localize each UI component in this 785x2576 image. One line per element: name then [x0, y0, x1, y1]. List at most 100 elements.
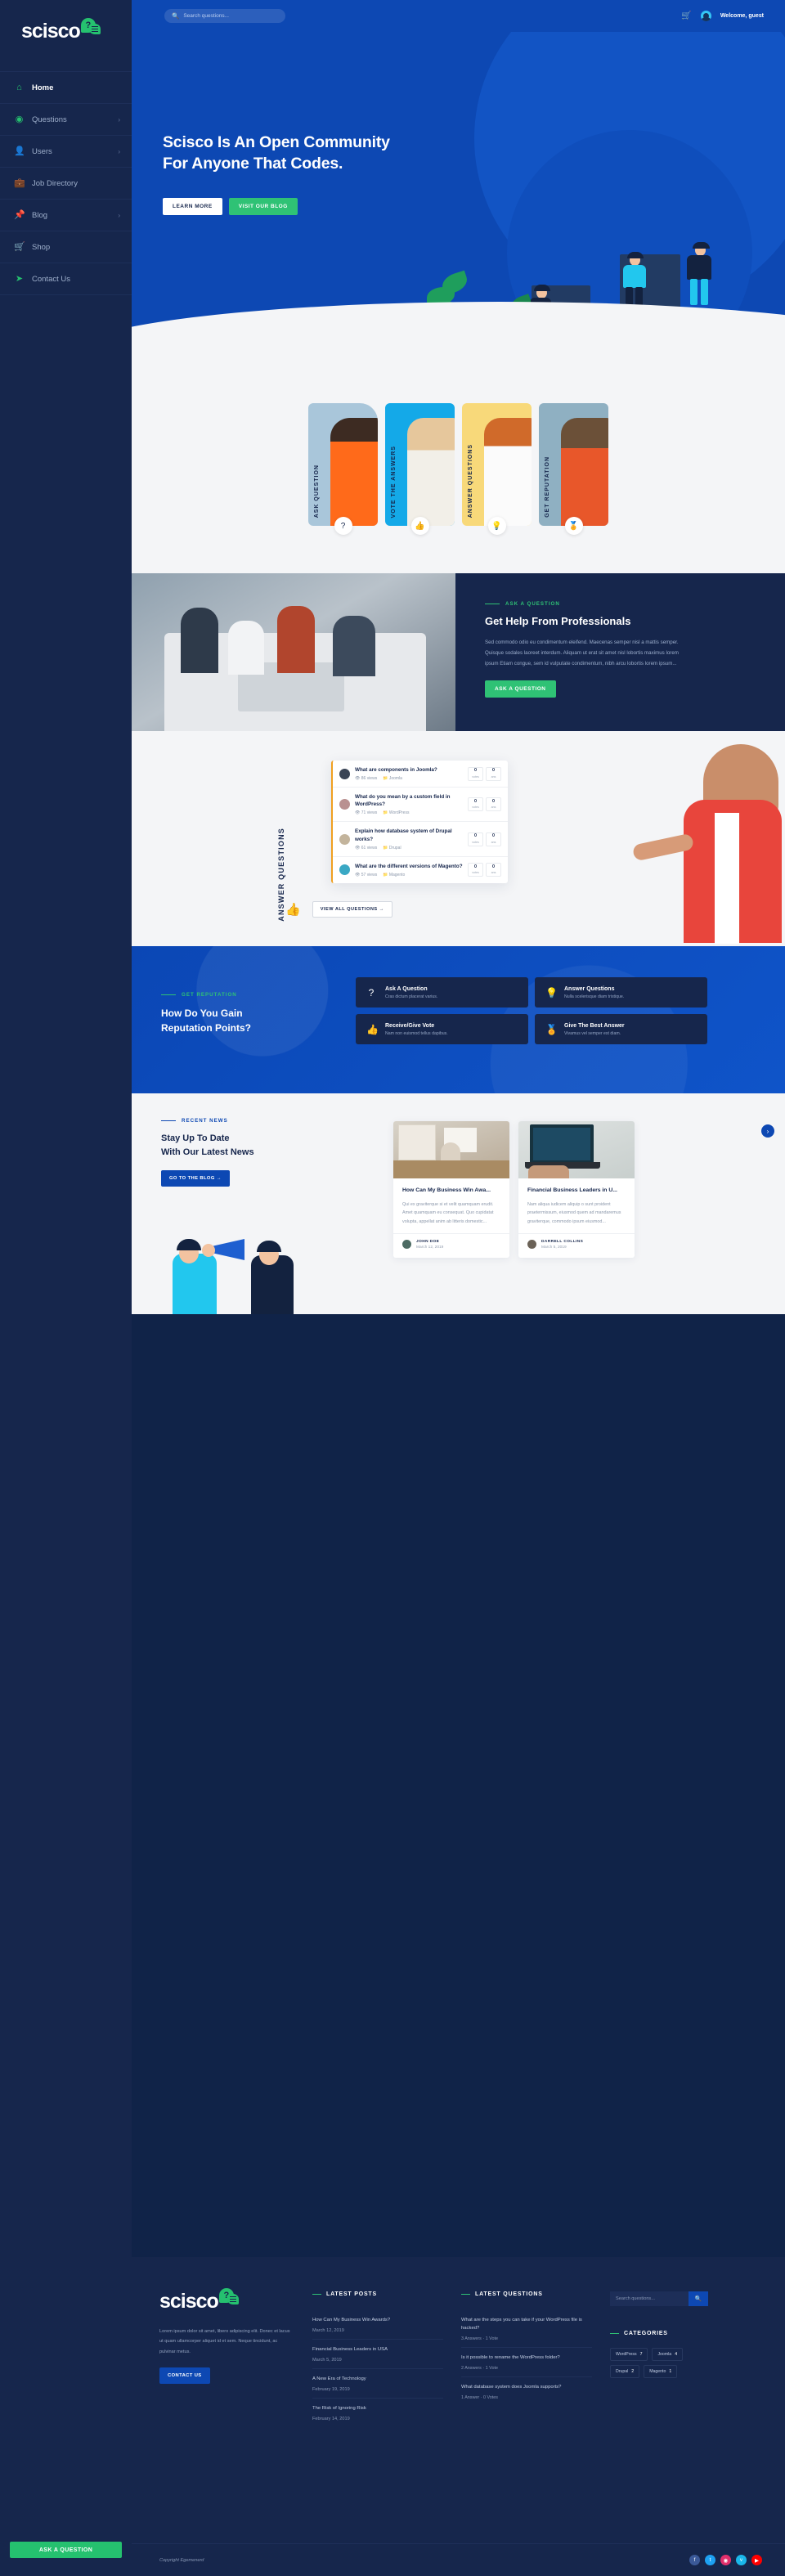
avatar	[339, 799, 350, 810]
news-card-author: DARRELL COLLINS	[541, 1239, 584, 1244]
category-count: 7	[639, 2352, 643, 2357]
instagram-icon[interactable]: ◉	[720, 2555, 731, 2565]
footer-search-input[interactable]	[610, 2291, 689, 2306]
category-name: Joomla	[657, 2352, 672, 2357]
sidebar-item-shop[interactable]: 🛒 Shop	[0, 231, 132, 263]
question-title[interactable]: What do you mean by a custom field in Wo…	[355, 793, 463, 808]
news-card-title[interactable]: How Can My Business Win Awa...	[402, 1187, 500, 1195]
footer-column-title: CATEGORIES	[610, 2331, 716, 2336]
question-title[interactable]: What are the different versions of Magen…	[355, 863, 463, 870]
category-card-label: ANSWER QUESTIONS	[468, 443, 473, 518]
visit-blog-button[interactable]: VISIT OUR BLOG	[228, 197, 298, 215]
youtube-icon[interactable]: ▶	[751, 2555, 762, 2565]
footer-question-item[interactable]: What are the steps you can take if your …	[461, 2310, 592, 2349]
sidebar-logo[interactable]: scisco ?	[0, 0, 132, 42]
question-title[interactable]: Explain how database system of Drupal wo…	[355, 828, 463, 842]
footer-search-button[interactable]: 🔍	[689, 2291, 708, 2306]
hero-title: Scisco Is An Open Community For Anyone T…	[163, 132, 785, 175]
twitter-icon[interactable]: t	[705, 2555, 715, 2565]
sidebar-item-questions[interactable]: ◉ Questions ›	[0, 104, 132, 135]
footer-post-title[interactable]: How Can My Business Win Awards?	[312, 2316, 443, 2324]
footer-logo[interactable]: scisco ?	[159, 2288, 294, 2313]
go-to-blog-button[interactable]: GO TO THE BLOG →	[161, 1170, 230, 1187]
news-card[interactable]: How Can My Business Win Awa... Qui ex gr…	[393, 1121, 509, 1258]
search-box[interactable]: 🔍	[164, 9, 285, 23]
question-row[interactable]: What are the different versions of Magen…	[333, 857, 508, 883]
contact-us-button[interactable]: CONTACT US	[159, 2367, 210, 2384]
footer-post-item[interactable]: How Can My Business Win Awards? March 12…	[312, 2310, 443, 2340]
category-card-answer-questions[interactable]: ANSWER QUESTIONS 💡	[462, 403, 532, 535]
welcome-label: Welcome, guest	[720, 13, 764, 19]
reputation-card-give-best-answer[interactable]: 🏅 Give The Best Answer Vivamus vel sempe…	[535, 1014, 707, 1044]
question-stats: 0 votes 0 ans	[468, 797, 501, 812]
question-row[interactable]: What are components in Joomla? 👁 86 view…	[333, 761, 508, 788]
category-name: WordPress	[616, 2352, 637, 2357]
sidebar-item-job-directory[interactable]: 💼 Job Directory	[0, 168, 132, 199]
hero-title-line-2: For Anyone That Codes.	[163, 155, 343, 173]
news-card[interactable]: Financial Business Leaders in U... Nam a…	[518, 1121, 635, 1258]
footer-post-title[interactable]: Financial Business Leaders in USA	[312, 2345, 443, 2354]
footer-post-item[interactable]: A New Era of Technology February 19, 201…	[312, 2369, 443, 2399]
footer-post-title[interactable]: A New Era of Technology	[312, 2375, 443, 2383]
thumbs-up-icon: 👍	[285, 903, 301, 917]
footer-title-label: LATEST POSTS	[326, 2291, 377, 2297]
footer-question-title[interactable]: Is it possible to rename the WordPress f…	[461, 2354, 592, 2362]
reputation-card-answer-questions[interactable]: 💡 Answer Questions Nulla scelerisque dia…	[535, 977, 707, 1008]
footer-question-item[interactable]: What database system does Joomla support…	[461, 2377, 592, 2406]
footer-question-title[interactable]: What database system does Joomla support…	[461, 2383, 592, 2391]
footer-post-item[interactable]: Financial Business Leaders in USA March …	[312, 2340, 443, 2370]
reputation-card-receive-give-vote[interactable]: 👍 Receive/Give Vote Nam non euismod tell…	[356, 1014, 528, 1044]
footer-question-item[interactable]: Is it possible to rename the WordPress f…	[461, 2348, 592, 2378]
votes-count: 0	[474, 864, 477, 869]
footer-question-meta: 1 Answer · 0 Votes	[461, 2395, 498, 2401]
question-category: 📁 WordPress	[383, 810, 410, 816]
footer-latest-posts: LATEST POSTS How Can My Business Win Awa…	[312, 2291, 443, 2427]
category-chip-wordpress[interactable]: WordPress 7	[610, 2348, 648, 2361]
sidebar-ask-question-button[interactable]: ASK A QUESTION	[10, 2542, 122, 2558]
news-card-title[interactable]: Financial Business Leaders in U...	[527, 1187, 626, 1195]
footer-post-date: March 12, 2019	[312, 2328, 344, 2334]
votes-stat: 0 votes	[468, 797, 483, 812]
category-chip-drupal[interactable]: Drupal 2	[610, 2365, 640, 2378]
facebook-icon[interactable]: f	[689, 2555, 700, 2565]
avatar[interactable]	[700, 11, 711, 21]
footer-post-title[interactable]: The Risk of Ignoring Risk	[312, 2404, 443, 2412]
news-card-excerpt: Qui ex graviterque si et velit quamquam …	[402, 1201, 494, 1225]
news-thumbnail	[518, 1121, 635, 1178]
sidebar-item-home[interactable]: ⌂ Home	[0, 72, 132, 103]
vimeo-icon[interactable]: v	[736, 2555, 747, 2565]
chevron-right-icon: ›	[118, 147, 120, 155]
question-row[interactable]: What do you mean by a custom field in Wo…	[333, 788, 508, 823]
category-card-get-reputation[interactable]: GET REPUTATION 🏅	[539, 403, 608, 535]
question-title[interactable]: What are components in Joomla?	[355, 766, 463, 774]
ask-question-button[interactable]: ASK A QUESTION	[485, 680, 556, 698]
learn-more-button[interactable]: LEARN MORE	[163, 197, 222, 215]
cart-icon: 🛒	[14, 241, 25, 252]
answer-questions-actions: 👍 VIEW ALL QUESTIONS →	[285, 901, 392, 918]
reputation-card-ask-question[interactable]: ? Ask A Question Cras dictum placerat va…	[356, 977, 528, 1008]
view-all-questions-button[interactable]: VIEW ALL QUESTIONS →	[312, 901, 392, 918]
news-next-button[interactable]: ›	[761, 1124, 774, 1138]
question-row[interactable]: Explain how database system of Drupal wo…	[333, 822, 508, 857]
category-card-vote-answers[interactable]: VOTE THE ANSWERS 👍	[385, 403, 455, 535]
sidebar: scisco ? ⌂ Home ◉ Questions › 👤 Users ›	[0, 0, 132, 2576]
hero-buttons: LEARN MORE VISIT OUR BLOG	[163, 197, 785, 215]
footer-post-item[interactable]: The Risk of Ignoring Risk February 14, 2…	[312, 2399, 443, 2427]
dash-icon	[461, 2293, 470, 2296]
sidebar-item-blog[interactable]: 📌 Blog ›	[0, 200, 132, 231]
news-illustration	[161, 1208, 341, 1314]
logo-text: scisco	[159, 2290, 219, 2313]
reputation-card-title: Ask A Question	[385, 985, 428, 992]
category-card-label: ASK QUESTION	[314, 464, 320, 518]
footer-search[interactable]: 🔍	[610, 2291, 708, 2306]
search-input[interactable]	[183, 13, 278, 19]
footer-question-title[interactable]: What are the steps you can take if your …	[461, 2316, 592, 2332]
category-chip-magento[interactable]: Magento 1	[644, 2365, 678, 2378]
category-card-ask-question[interactable]: ASK QUESTION ?	[308, 403, 378, 535]
question-category: 📁 Joomla	[383, 776, 402, 782]
cart-icon[interactable]: 🛒	[681, 11, 691, 20]
sidebar-item-contact-us[interactable]: ➤ Contact Us	[0, 263, 132, 294]
category-chip-joomla[interactable]: Joomla 4	[652, 2348, 684, 2361]
sidebar-item-users[interactable]: 👤 Users ›	[0, 136, 132, 167]
votes-label: votes	[472, 806, 479, 810]
